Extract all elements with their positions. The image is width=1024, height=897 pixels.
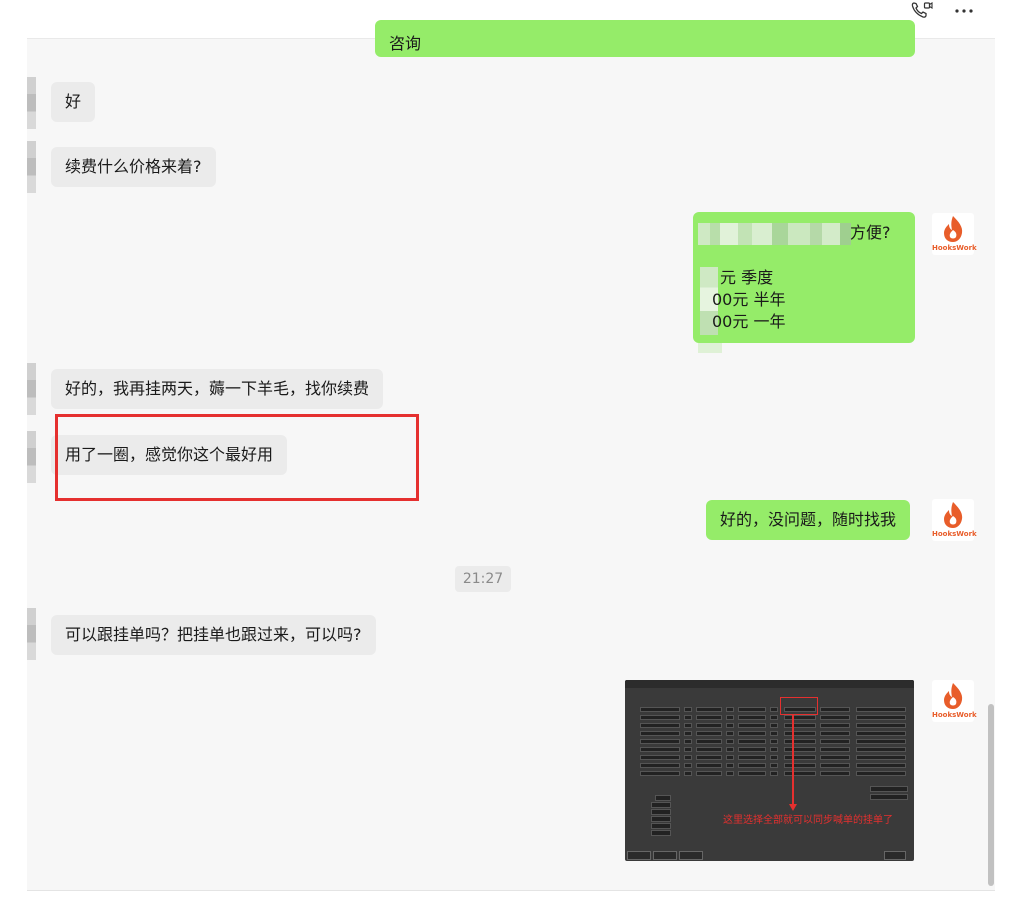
highlight-box: [55, 414, 419, 501]
message-text: 可以跟挂单吗？把挂单也跟过来，可以吗?: [65, 625, 362, 644]
image-button: [884, 851, 906, 860]
message-bubble-incoming[interactable]: 好: [51, 82, 96, 122]
message-bubble-incoming[interactable]: 好的，我再挂两天，薅一下羊毛，找你续费: [51, 369, 384, 409]
hookswork-logo-icon: [944, 216, 963, 242]
image-form-field: [651, 816, 671, 822]
message-bubble-outgoing[interactable]: 咨询: [375, 20, 915, 57]
image-table-row: [628, 707, 910, 712]
image-table-row: [628, 771, 910, 776]
image-form-field: [651, 823, 671, 829]
message-text: 好的，我再挂两天，薅一下羊毛，找你续费: [65, 379, 370, 398]
message-text: 方便?: [850, 223, 891, 242]
message-bubble-incoming[interactable]: 可以跟挂单吗？把挂单也跟过来，可以吗?: [51, 615, 376, 655]
input-divider: [27, 890, 995, 891]
image-form-field: [870, 794, 908, 800]
image-form-field: [651, 809, 671, 815]
image-table-row: [628, 723, 910, 728]
timestamp: 21:27: [455, 566, 511, 592]
message-bubble-incoming[interactable]: 续费什么价格来着?: [51, 147, 216, 187]
image-table-row: [628, 763, 910, 768]
message-text: 好的，没问题，随时找我: [720, 510, 897, 529]
avatar-brand: HooksWork: [932, 244, 977, 252]
avatar[interactable]: [27, 141, 36, 193]
message-text: 咨询: [389, 34, 422, 53]
price-line: 元 季度: [720, 268, 774, 287]
image-highlight-box: [780, 697, 818, 715]
image-button: [653, 851, 677, 860]
hookswork-logo-icon: [944, 502, 963, 528]
redacted-text: [698, 343, 722, 353]
redacted-text: [698, 222, 851, 245]
image-arrow: [792, 715, 794, 806]
avatar[interactable]: HooksWork: [932, 213, 977, 255]
image-button: [627, 851, 651, 860]
message-bubble-outgoing[interactable]: 方便? 元 季度 00元 半年 00元 一年: [693, 212, 915, 343]
image-button: [679, 851, 703, 860]
image-form-field: [655, 795, 671, 801]
message-text: 好: [65, 92, 82, 111]
image-form-field: [651, 802, 671, 808]
image-arrowhead: [789, 804, 797, 811]
price-line: 00元 半年: [712, 290, 786, 309]
image-table-row: [628, 739, 910, 744]
avatar[interactable]: [27, 431, 36, 483]
video-call-icon[interactable]: [910, 0, 934, 22]
image-form-field: [651, 830, 671, 836]
hookswork-logo-icon: [944, 683, 963, 709]
image-table-row: [628, 715, 910, 720]
avatar[interactable]: HooksWork: [932, 499, 977, 541]
message-text: 续费什么价格来着?: [65, 157, 202, 176]
image-message[interactable]: 这里选择全部就可以同步喊单的挂单了: [625, 680, 914, 861]
price-line: 00元 一年: [712, 312, 786, 331]
avatar[interactable]: [27, 77, 36, 129]
avatar[interactable]: [27, 363, 36, 415]
avatar[interactable]: HooksWork: [932, 680, 977, 722]
image-window-titlebar: [625, 680, 914, 688]
avatar[interactable]: [27, 608, 36, 660]
scrollbar[interactable]: [988, 704, 994, 886]
message-bubble-outgoing[interactable]: 好的，没问题，随时找我: [706, 500, 911, 540]
image-form-field: [870, 786, 908, 792]
avatar-brand: HooksWork: [932, 530, 977, 538]
image-table-row: [628, 747, 910, 752]
avatar-brand: HooksWork: [932, 711, 977, 719]
image-annotation: 这里选择全部就可以同步喊单的挂单了: [723, 815, 893, 826]
image-table-row: [628, 755, 910, 760]
more-icon[interactable]: [952, 0, 976, 22]
image-table-row: [628, 731, 910, 736]
